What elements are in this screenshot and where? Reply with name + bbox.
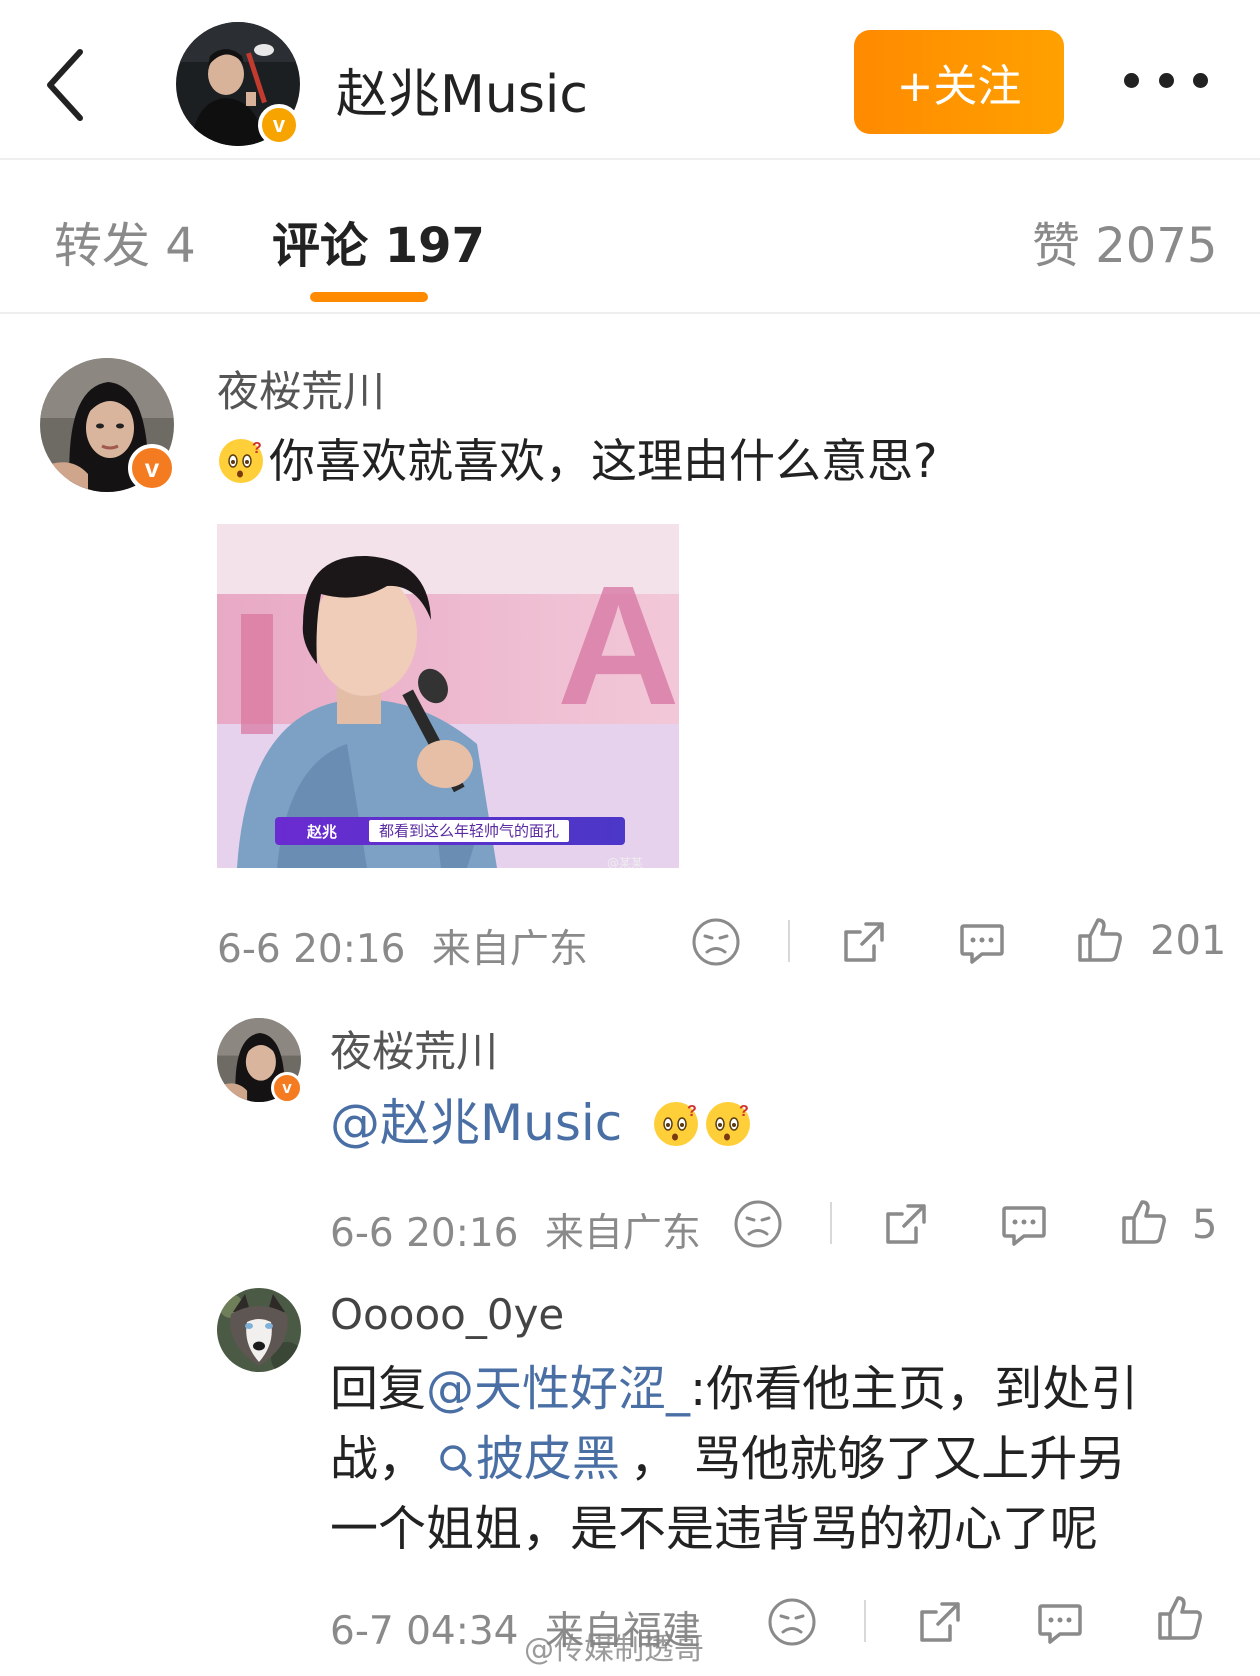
comment-image[interactable]: A 赵兆 都看到这么年轻帅气的面孔 @某某	[217, 524, 679, 868]
back-button[interactable]	[38, 40, 98, 130]
verified-badge-icon: v	[271, 1072, 303, 1104]
reply-prefix: 回复	[330, 1361, 427, 1417]
comment-text-body: 战，	[330, 1431, 427, 1487]
comment-line: 回复@天性好涩_:你看他主页，到处引	[330, 1354, 1230, 1424]
action-divider	[830, 1202, 832, 1244]
dislike-icon[interactable]	[766, 1596, 818, 1648]
comment-line: 战， 披皮黑， 骂他就够了又上升另	[330, 1424, 1230, 1494]
share-icon[interactable]	[838, 916, 890, 968]
confused-emoji-icon: ?	[706, 1102, 751, 1146]
account-name[interactable]: 赵兆Music	[336, 52, 588, 127]
comment-username[interactable]: 夜桜荒川	[330, 1018, 498, 1079]
dislike-icon[interactable]	[690, 916, 742, 968]
svg-text:?: ?	[739, 1103, 749, 1120]
avatar-photo	[217, 1288, 301, 1372]
comment-line: 一个姐姐，是不是违背骂的初心了呢	[330, 1494, 1230, 1564]
comment-username[interactable]: 夜桜荒川	[217, 358, 385, 419]
like-icon[interactable]	[1154, 1592, 1206, 1644]
avatar[interactable]: v	[40, 358, 176, 492]
like-count: 201	[1150, 918, 1227, 964]
weibo-watermark: @传媒制透哥	[524, 1632, 704, 1667]
comment-username[interactable]: Ooooo_0ye	[330, 1290, 564, 1339]
action-divider	[864, 1600, 866, 1642]
tab-reposts[interactable]: 转发 4	[54, 206, 196, 276]
comment-text: 回复@天性好涩_:你看他主页，到处引 战， 披皮黑， 骂他就够了又上升另 一个姐姐…	[330, 1354, 1230, 1564]
like-icon[interactable]	[1118, 1196, 1170, 1248]
account-avatar[interactable]: v	[176, 22, 300, 146]
image-watermark: @某某	[607, 856, 644, 868]
share-icon[interactable]	[880, 1198, 932, 1250]
verified-badge-icon: v	[258, 104, 300, 146]
like-icon[interactable]	[1074, 914, 1126, 966]
tab-likes[interactable]: 赞 2075	[1032, 206, 1217, 276]
comment-text-body: :你看他主页，到处引	[690, 1361, 1139, 1417]
image-caption-bar: 赵兆 都看到这么年轻帅气的面孔	[275, 817, 625, 845]
confused-emoji-icon: ?	[219, 439, 263, 483]
comment-icon[interactable]	[956, 916, 1008, 968]
verified-badge-icon: v	[128, 444, 176, 492]
comment-icon[interactable]	[998, 1198, 1050, 1250]
topic-link[interactable]: 披皮黑	[436, 1431, 620, 1487]
svg-text:?: ?	[252, 440, 262, 457]
comment-time: 6-6 20:16 来自广东	[330, 1202, 701, 1258]
more-icon[interactable]	[1124, 58, 1208, 102]
comment-text: @赵兆Music ??	[330, 1088, 1210, 1158]
comment-text: ? 你喜欢就喜欢，这理由什么意思?	[217, 426, 1217, 496]
action-divider	[788, 920, 790, 962]
like-count: 5	[1192, 1202, 1218, 1248]
comment-timestamp: 6-6 20:16	[330, 1211, 519, 1256]
topic-text: 披皮黑	[476, 1431, 621, 1487]
comment-text-body: 一个姐姐，是不是违背骂的初心了呢	[330, 1501, 1099, 1557]
comment-timestamp: 6-6 20:16	[217, 927, 406, 972]
share-icon[interactable]	[914, 1596, 966, 1648]
comment-timestamp: 6-7 04:34	[330, 1609, 519, 1654]
comment-icon[interactable]	[1034, 1596, 1086, 1648]
back-icon	[47, 49, 83, 121]
dislike-icon[interactable]	[732, 1198, 784, 1250]
tab-bar: 转发 4 评论 197 赞 2075	[0, 162, 1260, 314]
active-tab-indicator	[310, 292, 428, 302]
image-caption-name: 赵兆	[307, 822, 338, 841]
comment-time: 6-6 20:16 来自广东	[217, 918, 588, 974]
comment-location: 来自广东	[431, 927, 588, 972]
mention-link[interactable]: @天性好涩_	[426, 1361, 690, 1417]
image-caption-line: 都看到这么年轻帅气的面孔	[369, 820, 570, 842]
svg-text:?: ?	[687, 1103, 697, 1120]
avatar[interactable]: v	[217, 1018, 303, 1104]
confused-emoji-icon: ?	[654, 1102, 699, 1146]
tab-comments[interactable]: 评论 197	[272, 206, 485, 276]
comment-text-body: ， 骂他就够了又上升另	[630, 1431, 1126, 1487]
mention-link[interactable]: @赵兆Music	[330, 1094, 622, 1152]
follow-button[interactable]: +关注	[854, 30, 1064, 134]
avatar[interactable]	[217, 1288, 301, 1372]
comment-location: 来自广东	[544, 1211, 701, 1256]
top-bar: v 赵兆Music +关注	[0, 0, 1260, 160]
search-icon	[440, 1445, 472, 1477]
svg-text:A: A	[557, 551, 679, 741]
comment-text-body: 你喜欢就喜欢，这理由什么意思?	[269, 434, 938, 488]
